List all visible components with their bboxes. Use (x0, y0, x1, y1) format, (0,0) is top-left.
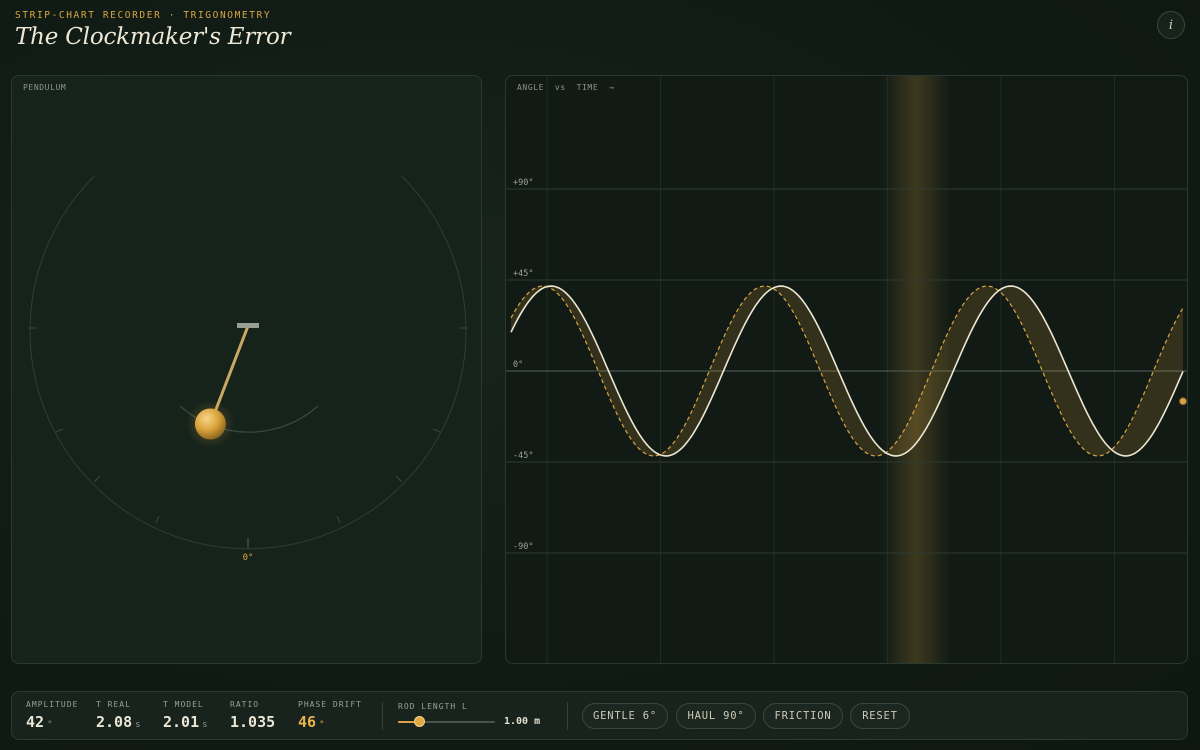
amplitude-unit: ° (47, 720, 53, 730)
rod-length-slider-thumb[interactable] (413, 716, 425, 727)
y-tick-label: +45° (513, 269, 533, 279)
stat-t-real-value: 2.08 s (96, 713, 141, 731)
control-bar: AMPLITUDE 42 ° T REAL 2.08 s T MODEL 2.01 s… (11, 691, 1188, 740)
pendulum-canvas: 0° (29, 175, 467, 563)
gentle-preset-button[interactable]: GENTLE 6° (582, 703, 668, 729)
stat-phase-drift-value: 46 ° (298, 713, 362, 731)
phase-drift-number: 46 (298, 713, 317, 731)
t-model-number: 2.01 (163, 713, 200, 731)
divider (382, 702, 383, 730)
chart-panel-label: ANGLE vs TIME → (517, 83, 615, 92)
stat-phase-drift-label: PHASE DRIFT (298, 700, 362, 709)
pendulum[interactable] (186, 324, 250, 448)
y-tick-labels: +90° +45° 0° -45° -90° (513, 178, 533, 552)
stat-ratio-value: 1.035 (230, 713, 276, 731)
stat-amplitude: AMPLITUDE 42 ° (26, 700, 78, 731)
swing-guide-arc (29, 175, 467, 550)
info-icon: i (1168, 17, 1174, 33)
angle-chart[interactable]: +90° +45° 0° -45° -90° (506, 76, 1188, 664)
stat-amplitude-label: AMPLITUDE (26, 700, 79, 709)
stat-t-model: T MODEL 2.01 s (163, 700, 208, 731)
rod-length-value: 1.00 m (504, 716, 541, 727)
chart-cursor-dot (1179, 397, 1187, 406)
y-tick-label: -45° (513, 451, 533, 461)
y-tick-label: -90° (513, 542, 533, 552)
pendulum-bob[interactable] (194, 408, 226, 440)
stat-ratio-label: RATIO (230, 700, 260, 709)
t-real-number: 2.08 (96, 713, 133, 731)
guide-tick-r3 (336, 515, 341, 524)
haul-preset-button[interactable]: HAUL 90° (676, 703, 756, 729)
info-button[interactable]: i (1157, 11, 1185, 39)
page-title: The Clockmaker's Error (15, 24, 291, 50)
reset-button[interactable]: RESET (850, 703, 910, 729)
stat-ratio: RATIO 1.035 (230, 700, 275, 731)
y-tick-label: 0° (513, 360, 523, 370)
t-real-unit: s (135, 720, 141, 730)
amplitude-number: 42 (26, 713, 45, 731)
angle-chart-panel: +90° +45° 0° -45° -90° ANGLE vs TIME → (505, 75, 1188, 664)
guide-tick-ll (93, 475, 101, 483)
rest-angle-label: 0° (243, 553, 254, 563)
rod-length-label: ROD LENGTH L (398, 702, 468, 711)
stat-t-real-label: T REAL (96, 700, 131, 709)
y-tick-label: +90° (513, 178, 533, 188)
pendulum-pivot (237, 323, 259, 328)
pendulum-panel: PENDULUM 0° (11, 75, 482, 664)
stat-phase-drift: PHASE DRIFT 46 ° (298, 700, 362, 731)
stat-t-model-label: T MODEL (163, 700, 204, 709)
stat-t-model-value: 2.01 s (163, 713, 208, 731)
guide-tick-l3 (155, 515, 160, 524)
vertical-grid (546, 76, 1115, 663)
guide-tick-l2 (55, 428, 64, 433)
guide-tick-r2 (432, 428, 441, 433)
stat-amplitude-value: 42 ° (26, 713, 78, 731)
t-model-unit: s (202, 720, 208, 730)
header: STRIP-CHART RECORDER · TRIGONOMETRY The … (15, 10, 291, 50)
stat-t-real: T REAL 2.08 s (96, 700, 141, 731)
guide-tick-lr (395, 475, 403, 483)
divider (567, 702, 568, 730)
friction-button[interactable]: FRICTION (763, 703, 843, 729)
rod-length-slider[interactable] (398, 716, 495, 727)
phase-drift-unit: ° (319, 720, 325, 730)
app-kicker: STRIP-CHART RECORDER · TRIGONOMETRY (15, 10, 272, 21)
